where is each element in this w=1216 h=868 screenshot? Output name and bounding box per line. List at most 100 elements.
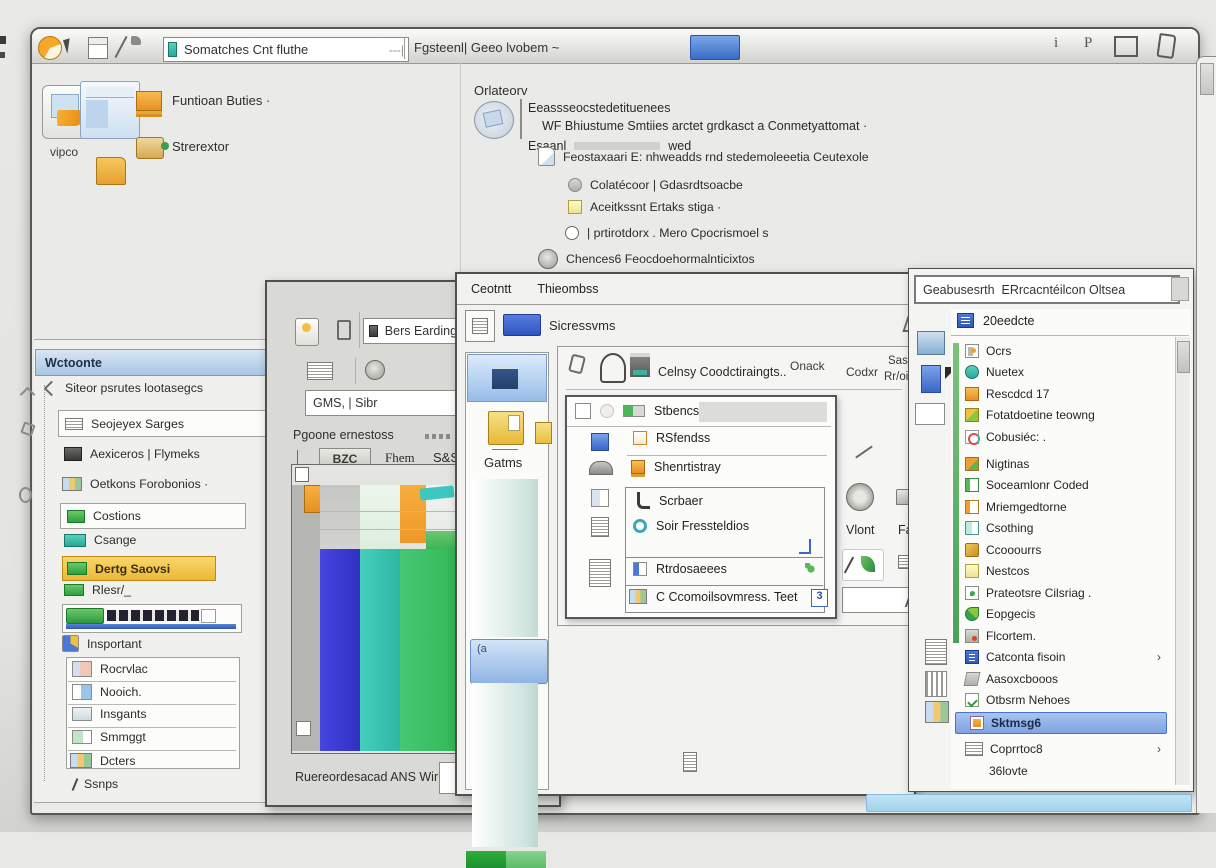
- maximize-icon[interactable]: [1114, 36, 1138, 57]
- welcome-item-6-selected[interactable]: Dertg Saovsi: [62, 556, 216, 581]
- options-row-5[interactable]: | prtirotdorx . Mero Cpocrismoel s: [565, 226, 769, 240]
- edge-scroll-thumb[interactable]: [1200, 63, 1214, 95]
- battery-icon[interactable]: [921, 365, 941, 393]
- spreadsheet-icon[interactable]: [88, 37, 108, 59]
- popup-item-3[interactable]: Soir Fressteldios: [633, 519, 749, 533]
- menu-icon[interactable]: P: [1084, 35, 1092, 52]
- popup-header-row[interactable]: Stbencsort: [575, 403, 714, 419]
- tree-item[interactable]: Nuetex: [951, 362, 1175, 382]
- tree-header-row[interactable]: 20eedcte: [957, 313, 1034, 328]
- tree-item[interactable]: Soceamlonr Coded: [951, 475, 1175, 495]
- lens-icon[interactable]: [474, 101, 514, 139]
- tree-item[interactable]: 36lovte: [951, 761, 1199, 781]
- welcome-item-12[interactable]: Smmggt: [72, 730, 146, 744]
- tree-item[interactable]: Flcortem.: [951, 626, 1175, 646]
- list-lines-big-icon[interactable]: [589, 559, 611, 587]
- popup-item-0[interactable]: RSfendss: [633, 431, 710, 445]
- welcome-item-13[interactable]: Dcters: [70, 753, 136, 768]
- quill-icon[interactable]: [131, 36, 141, 45]
- options-row-4[interactable]: Aceitkssnt Ertaks stiga ·: [568, 200, 721, 214]
- tree-item[interactable]: Coprrtoc8›: [951, 739, 1175, 759]
- w2-scroll-track-top[interactable]: [472, 479, 538, 637]
- welcome-item-1[interactable]: Seojeyex Sarges: [58, 410, 278, 437]
- db-blue-icon[interactable]: [591, 433, 609, 451]
- folder-icon[interactable]: [96, 157, 126, 185]
- w3-search-field[interactable]: [914, 275, 1180, 304]
- options-row-1[interactable]: Eeassseocstedetituenees WF Bhiustume Smt…: [520, 99, 980, 139]
- welcome-item-9[interactable]: Rocrvlac: [72, 661, 148, 677]
- w2-grid-button[interactable]: [465, 310, 495, 342]
- welcome-item-0[interactable]: Siteor psrutes lootasegcs: [46, 381, 203, 395]
- popup-item-1[interactable]: Shenrtistray: [631, 460, 721, 474]
- tree-item[interactable]: Fotatdoetine teowng: [951, 405, 1175, 425]
- rider-icon[interactable]: [600, 353, 626, 383]
- user-badge-icon[interactable]: [295, 318, 319, 346]
- titlebar-blue-button[interactable]: [690, 35, 740, 60]
- popup-item-5[interactable]: C Ccomoilsovmress. Teet: [629, 589, 797, 604]
- welcome-item-8[interactable]: Insportant: [62, 635, 142, 652]
- options-row-3[interactable]: Colatécoor | Gdasrdtsoacbe: [568, 178, 743, 192]
- welcome-item-11[interactable]: Insgants: [72, 707, 147, 721]
- tree-item-selected[interactable]: Sktmsg6: [955, 712, 1167, 734]
- tree-item[interactable]: Ccooourrs: [951, 540, 1175, 560]
- tree-item[interactable]: Eopgecis: [951, 604, 1175, 624]
- pencil-icon[interactable]: [114, 36, 127, 58]
- w2-tab-building-selected[interactable]: [467, 354, 547, 402]
- menu-themes[interactable]: Thieombss: [531, 280, 604, 298]
- w2-scroll-thumb[interactable]: (a: [470, 639, 548, 684]
- welcome-item-2[interactable]: Aexiceros | Flymeks: [64, 447, 200, 461]
- dome-icon[interactable]: [589, 461, 613, 475]
- close-icon[interactable]: [1156, 33, 1176, 59]
- welcome-item-3[interactable]: Oetkons Forobonios ·: [62, 477, 208, 491]
- w2-tab-label[interactable]: Gatms: [484, 455, 522, 470]
- welcome-item-7[interactable]: Rlesr/_: [64, 583, 131, 597]
- grid-b-icon[interactable]: [925, 671, 947, 697]
- tree-scroll-thumb[interactable]: [1177, 341, 1190, 373]
- welcome-item-14[interactable]: Ssnps: [74, 777, 118, 791]
- minimize-icon[interactable]: i: [1054, 35, 1058, 52]
- popup-item-2[interactable]: Scrbaer: [637, 492, 703, 509]
- tree-item[interactable]: Csothing: [951, 518, 1175, 538]
- titlebar-search-input[interactable]: [182, 41, 356, 58]
- grid-a-icon[interactable]: [925, 639, 947, 665]
- pen-leaf-button[interactable]: [842, 549, 884, 581]
- w3-search-input[interactable]: [921, 282, 1173, 298]
- options-row-2[interactable]: Feostaxaari E: nhweadds rnd stedemoleeet…: [538, 147, 869, 166]
- tree-item[interactable]: Aasoxcbooos: [951, 669, 1175, 689]
- welcome-banner[interactable]: [62, 604, 242, 633]
- folder-tab-icon[interactable]: [488, 411, 524, 445]
- welcome-item-5[interactable]: Csange: [64, 533, 136, 547]
- tree-scrollbar[interactable]: [1175, 337, 1190, 785]
- small-input[interactable]: [842, 587, 910, 613]
- monitor-icon[interactable]: [917, 331, 945, 355]
- w2-scroll-track-bottom[interactable]: [472, 683, 538, 847]
- eb-box-icon[interactable]: [915, 403, 945, 425]
- list-lines-icon[interactable]: [591, 517, 609, 537]
- tree-item[interactable]: Otbsrm Nehoes: [951, 690, 1175, 710]
- w2-blue-swatch[interactable]: [503, 314, 541, 336]
- popup-item-4[interactable]: Rtrdosaeees: [633, 562, 727, 576]
- tree-item[interactable]: Ocrs: [951, 341, 1175, 361]
- panel-icon[interactable]: [591, 489, 609, 507]
- titlebar-search-field[interactable]: ---|: [163, 37, 409, 62]
- sphere-icon[interactable]: [365, 360, 385, 380]
- welcome-item-4[interactable]: Costions: [60, 503, 246, 529]
- w2-header-direct[interactable]: Onack: [790, 359, 825, 373]
- table-icon[interactable]: [925, 701, 949, 723]
- dropdown-dashes[interactable]: [425, 434, 453, 439]
- menu-content[interactable]: Ceotntt: [465, 280, 517, 298]
- selector-label[interactable]: Strerextor: [172, 139, 229, 154]
- pin-icon[interactable]: [337, 320, 351, 340]
- tree-item[interactable]: Nestcos: [951, 561, 1175, 581]
- yellow-tag-icon[interactable]: [535, 422, 552, 444]
- window-preview-icon[interactable]: [80, 81, 140, 139]
- function-buttons-label[interactable]: Funtioan Buties ·: [172, 93, 270, 108]
- options-row-6[interactable]: Chences6 Feocdoehormalnticixtos: [538, 249, 755, 269]
- welcome-item-10[interactable]: Nooich.: [72, 684, 142, 700]
- layers-icon[interactable]: [307, 362, 333, 380]
- w2-header-color[interactable]: Codxr: [846, 365, 878, 379]
- tree-item[interactable]: Nigtinas: [951, 454, 1175, 474]
- tree-item[interactable]: Cobusiéc: .: [951, 427, 1175, 447]
- w3-search-button[interactable]: [1171, 277, 1189, 301]
- globe-dot-icon[interactable]: [846, 483, 874, 511]
